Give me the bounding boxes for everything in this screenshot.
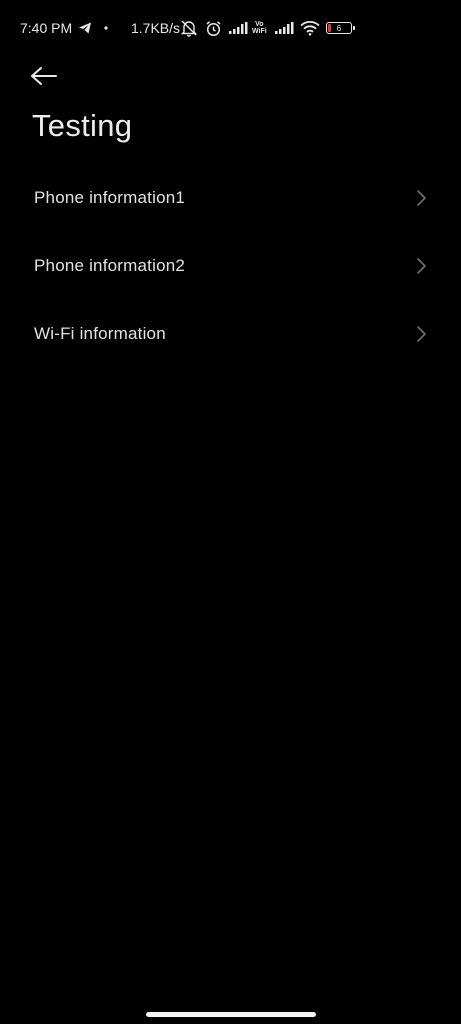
chevron-right-icon [417,258,426,274]
list-item-phone-information2[interactable]: Phone information2 [0,232,461,300]
status-bar: 7:40 PM 1.7KB/s Vo WiFi 6 [0,0,461,56]
chevron-right-icon [417,326,426,342]
list-item-label: Wi-Fi information [34,324,166,343]
chevron-right-icon [417,190,426,206]
vowifi-label-top: Vo [255,21,264,28]
back-button[interactable] [30,58,70,94]
notification-dot-icon [104,18,108,38]
muted-notification-icon [180,18,198,38]
list-item-label: Phone information1 [34,188,186,207]
list-item-wifi-information[interactable]: Wi-Fi information [0,300,461,368]
signal-icon [228,18,248,38]
page-title: Testing [32,108,133,143]
network-speed: 1.7KB/s [131,20,181,36]
status-time: 7:40 PM [20,20,73,36]
battery-level: 6 [336,23,342,33]
telegram-icon [78,18,92,38]
vowifi-label-bottom: WiFi [252,28,267,35]
list-item-label: Phone information2 [34,256,186,275]
settings-list: Phone information1 Phone information2 Wi… [0,164,461,368]
list-item-phone-information1[interactable]: Phone information1 [0,164,461,232]
alarm-icon [205,18,222,38]
home-indicator[interactable] [146,1012,316,1017]
battery-fill [328,24,331,32]
battery-icon: 6 [326,18,355,38]
vowifi-icon: Vo WiFi [252,18,267,38]
signal-icon [274,18,294,38]
back-arrow-icon [31,67,57,85]
wifi-icon [300,18,320,38]
